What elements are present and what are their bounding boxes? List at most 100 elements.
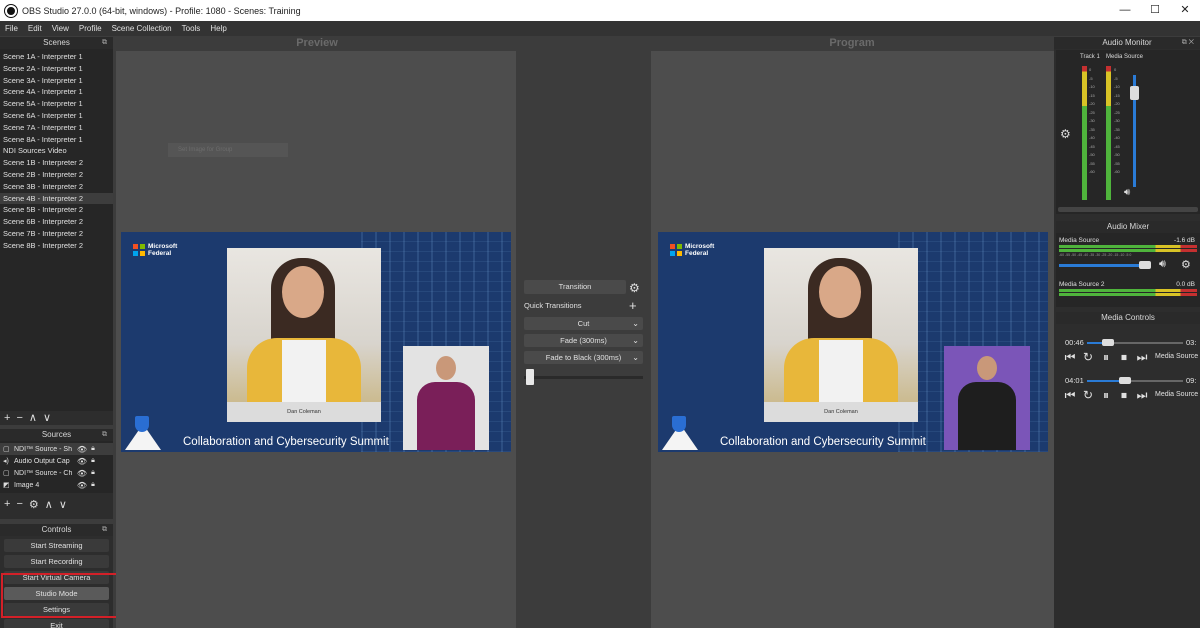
- media-seek-thumb[interactable]: [1119, 377, 1132, 384]
- scene-item[interactable]: Scene 2B - Interpreter 2: [0, 169, 113, 181]
- pause-icon[interactable]: ⏸: [1099, 388, 1113, 402]
- quick-transition-cut[interactable]: Cut ⌄: [524, 317, 643, 330]
- restart-icon[interactable]: ↻: [1081, 388, 1095, 402]
- chevron-down-icon: ⌄: [632, 353, 639, 362]
- scale-tick: -45: [1089, 143, 1095, 149]
- scale-tick: -5: [1114, 75, 1118, 81]
- start-recording-button[interactable]: Start Recording: [4, 555, 109, 568]
- media-seek-thumb[interactable]: [1102, 339, 1115, 346]
- channel-meter: [1059, 245, 1197, 248]
- volume-slider-thumb[interactable]: [1139, 261, 1151, 269]
- quick-transition-fade-to-black[interactable]: Fade to Black (300ms) ⌄: [524, 351, 643, 364]
- mute-speaker-icon[interactable]: 🔊︎: [1159, 258, 1166, 271]
- scene-item[interactable]: Scene 7B - Interpreter 2: [0, 228, 113, 240]
- source-item[interactable]: ▢ NDI™ Source - Ch 👁︎ 🔒︎: [0, 467, 113, 479]
- source-properties-button[interactable]: ⚙: [29, 498, 39, 511]
- undock-icon[interactable]: ⧉ ✕: [1182, 37, 1194, 49]
- quick-transition-fade[interactable]: Fade (300ms) ⌄: [524, 334, 643, 347]
- start-streaming-button[interactable]: Start Streaming: [4, 539, 109, 552]
- restart-icon[interactable]: ↻: [1081, 350, 1095, 364]
- remove-source-button[interactable]: −: [16, 498, 22, 510]
- track-meter-right: [1084, 66, 1087, 200]
- source-label: Audio Output Cap: [14, 457, 70, 465]
- move-scene-down-button[interactable]: ∨: [43, 411, 51, 425]
- lock-icon[interactable]: 🔒︎: [88, 457, 98, 465]
- menu-tools[interactable]: Tools: [177, 24, 206, 33]
- scene-item[interactable]: Scene 1B - Interpreter 2: [0, 157, 113, 169]
- fade-to-black-label: Fade to Black (300ms): [545, 353, 622, 362]
- source-item[interactable]: ◩ Image 4 👁︎ 🔒︎: [0, 479, 113, 491]
- lock-icon[interactable]: 🔒︎: [88, 469, 98, 477]
- add-scene-button[interactable]: +: [4, 411, 10, 425]
- add-quick-transition-icon[interactable]: +: [629, 298, 637, 313]
- menu-view[interactable]: View: [47, 24, 74, 33]
- t-bar-track[interactable]: [524, 376, 643, 379]
- scene-item[interactable]: Scene 2A - Interpreter 1: [0, 63, 113, 75]
- scene-item[interactable]: Scene 4A - Interpreter 1: [0, 86, 113, 98]
- next-icon[interactable]: ⏭: [1135, 350, 1149, 364]
- scale-tick: -60: [1089, 169, 1095, 174]
- source-item[interactable]: ▢ NDI™ Source - Sh 👁︎ 🔒︎: [0, 443, 113, 455]
- monitor-settings-gear-icon[interactable]: ⚙: [1060, 127, 1071, 141]
- move-source-up-button[interactable]: ∧: [45, 498, 53, 511]
- scene-item[interactable]: Scene 6B - Interpreter 2: [0, 216, 113, 228]
- close-button[interactable]: ✕: [1170, 0, 1200, 21]
- undock-icon[interactable]: ⧉: [102, 37, 107, 49]
- next-icon[interactable]: ⏭: [1135, 388, 1149, 402]
- visibility-eye-icon[interactable]: 👁︎: [76, 481, 88, 490]
- visibility-eye-icon[interactable]: 👁︎: [76, 457, 88, 466]
- horizontal-scrollbar[interactable]: [1058, 207, 1198, 212]
- transition-settings-gear-icon[interactable]: ⚙: [629, 281, 640, 295]
- speaker-icon[interactable]: 🔊︎: [1124, 187, 1130, 198]
- menu-file[interactable]: File: [0, 24, 23, 33]
- scale-tick: -50: [1089, 152, 1095, 157]
- menu-profile[interactable]: Profile: [74, 24, 107, 33]
- media-controls-body: [1056, 325, 1200, 628]
- scene-item[interactable]: Scene 6A - Interpreter 1: [0, 110, 113, 122]
- scene-item[interactable]: Scene 8A - Interpreter 1: [0, 134, 113, 146]
- exit-button[interactable]: Exit: [4, 619, 109, 628]
- transition-button[interactable]: Transition: [524, 280, 626, 294]
- scene-item[interactable]: Scene 8B - Interpreter 2: [0, 240, 113, 252]
- visibility-eye-icon[interactable]: 👁︎: [76, 445, 88, 454]
- media-duration: 09:: [1186, 376, 1197, 385]
- pause-icon[interactable]: ⏸: [1099, 350, 1113, 364]
- lock-icon[interactable]: 🔒︎: [88, 445, 98, 453]
- volume-slider-track[interactable]: [1059, 264, 1151, 267]
- scene-item[interactable]: Scene 3A - Interpreter 1: [0, 75, 113, 87]
- menu-edit[interactable]: Edit: [23, 24, 47, 33]
- scene-item[interactable]: NDI Sources Video: [0, 145, 113, 157]
- undock-icon[interactable]: ⧉: [102, 524, 107, 536]
- scene-item[interactable]: Scene 7A - Interpreter 1: [0, 122, 113, 134]
- undock-icon[interactable]: ⧉: [102, 429, 107, 441]
- scene-item[interactable]: Scene 5B - Interpreter 2: [0, 204, 113, 216]
- scale-tick: -60: [1114, 169, 1120, 174]
- scenes-dock-title: Scenes ⧉: [0, 37, 113, 49]
- scene-item[interactable]: Scene 5A - Interpreter 1: [0, 98, 113, 110]
- scene-item[interactable]: Scene 3B - Interpreter 2: [0, 181, 113, 193]
- add-source-button[interactable]: +: [4, 498, 10, 510]
- remove-scene-button[interactable]: −: [16, 411, 22, 425]
- minimize-button[interactable]: —: [1110, 0, 1140, 21]
- t-bar-handle[interactable]: [526, 369, 534, 385]
- visibility-eye-icon[interactable]: 👁︎: [76, 469, 88, 478]
- source-item[interactable]: ◂) Audio Output Cap 👁︎ 🔒︎: [0, 455, 113, 467]
- scene-item[interactable]: Scene 1A - Interpreter 1: [0, 51, 113, 63]
- quick-transitions-label: Quick Transitions: [524, 301, 582, 310]
- stop-icon[interactable]: ⏹: [1117, 388, 1131, 402]
- monitor-volume-thumb[interactable]: [1130, 86, 1139, 100]
- menu-help[interactable]: Help: [205, 24, 231, 33]
- preview-canvas[interactable]: Microsoft Federal Dan Coleman Collaborati…: [121, 232, 511, 452]
- previous-icon[interactable]: ⏮: [1063, 350, 1077, 364]
- menu-scene-collection[interactable]: Scene Collection: [107, 24, 177, 33]
- move-source-down-button[interactable]: ∨: [59, 498, 67, 511]
- scene-item[interactable]: Scene 4B - Interpreter 2: [0, 192, 113, 205]
- scale-tick: -40: [1089, 135, 1095, 140]
- maximize-button[interactable]: ☐: [1140, 0, 1170, 21]
- summit-logo-icon: [125, 410, 161, 450]
- lock-icon[interactable]: 🔒︎: [88, 481, 98, 489]
- move-scene-up-button[interactable]: ∧: [29, 411, 37, 425]
- previous-icon[interactable]: ⏮: [1063, 388, 1077, 402]
- stop-icon[interactable]: ⏹: [1117, 350, 1131, 364]
- channel-settings-gear-icon[interactable]: ⚙: [1181, 258, 1191, 271]
